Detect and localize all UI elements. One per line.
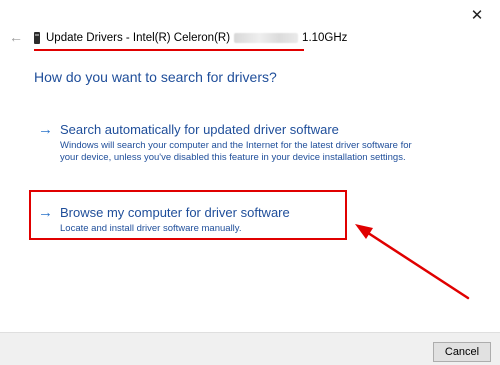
search-automatically-title: Search automatically for updated driver …	[60, 122, 339, 137]
title-annotation-underline	[34, 49, 304, 51]
device-chip-icon	[34, 32, 40, 44]
back-button[interactable]: ←	[6, 28, 26, 46]
back-arrow-icon: ←	[9, 29, 23, 45]
title-prefix: Update Drivers - Intel(R) Celeron(R)	[46, 32, 231, 44]
page-question: How do you want to search for drivers?	[34, 69, 277, 85]
annotation-arrow	[355, 224, 470, 300]
redacted-model-text	[234, 33, 299, 43]
right-arrow-icon: →	[38, 121, 53, 138]
search-automatically-option[interactable]: → Search automatically for updated drive…	[38, 122, 438, 174]
dialog-footer	[0, 332, 500, 365]
title-suffix: 1.10GHz	[302, 32, 348, 44]
close-button[interactable]: ✕	[464, 4, 490, 26]
annotation-highlight-box	[29, 190, 347, 240]
update-drivers-dialog: ✕ ← Update Drivers - Intel(R) Celeron(R)…	[0, 0, 500, 365]
cancel-button[interactable]: Cancel	[433, 342, 491, 362]
close-icon: ✕	[470, 7, 484, 24]
dialog-title: Update Drivers - Intel(R) Celeron(R) 1.1…	[34, 30, 347, 46]
dialog-title-text: Update Drivers - Intel(R) Celeron(R) 1.1…	[46, 32, 347, 44]
search-automatically-description: Windows will search your computer and th…	[60, 140, 412, 163]
